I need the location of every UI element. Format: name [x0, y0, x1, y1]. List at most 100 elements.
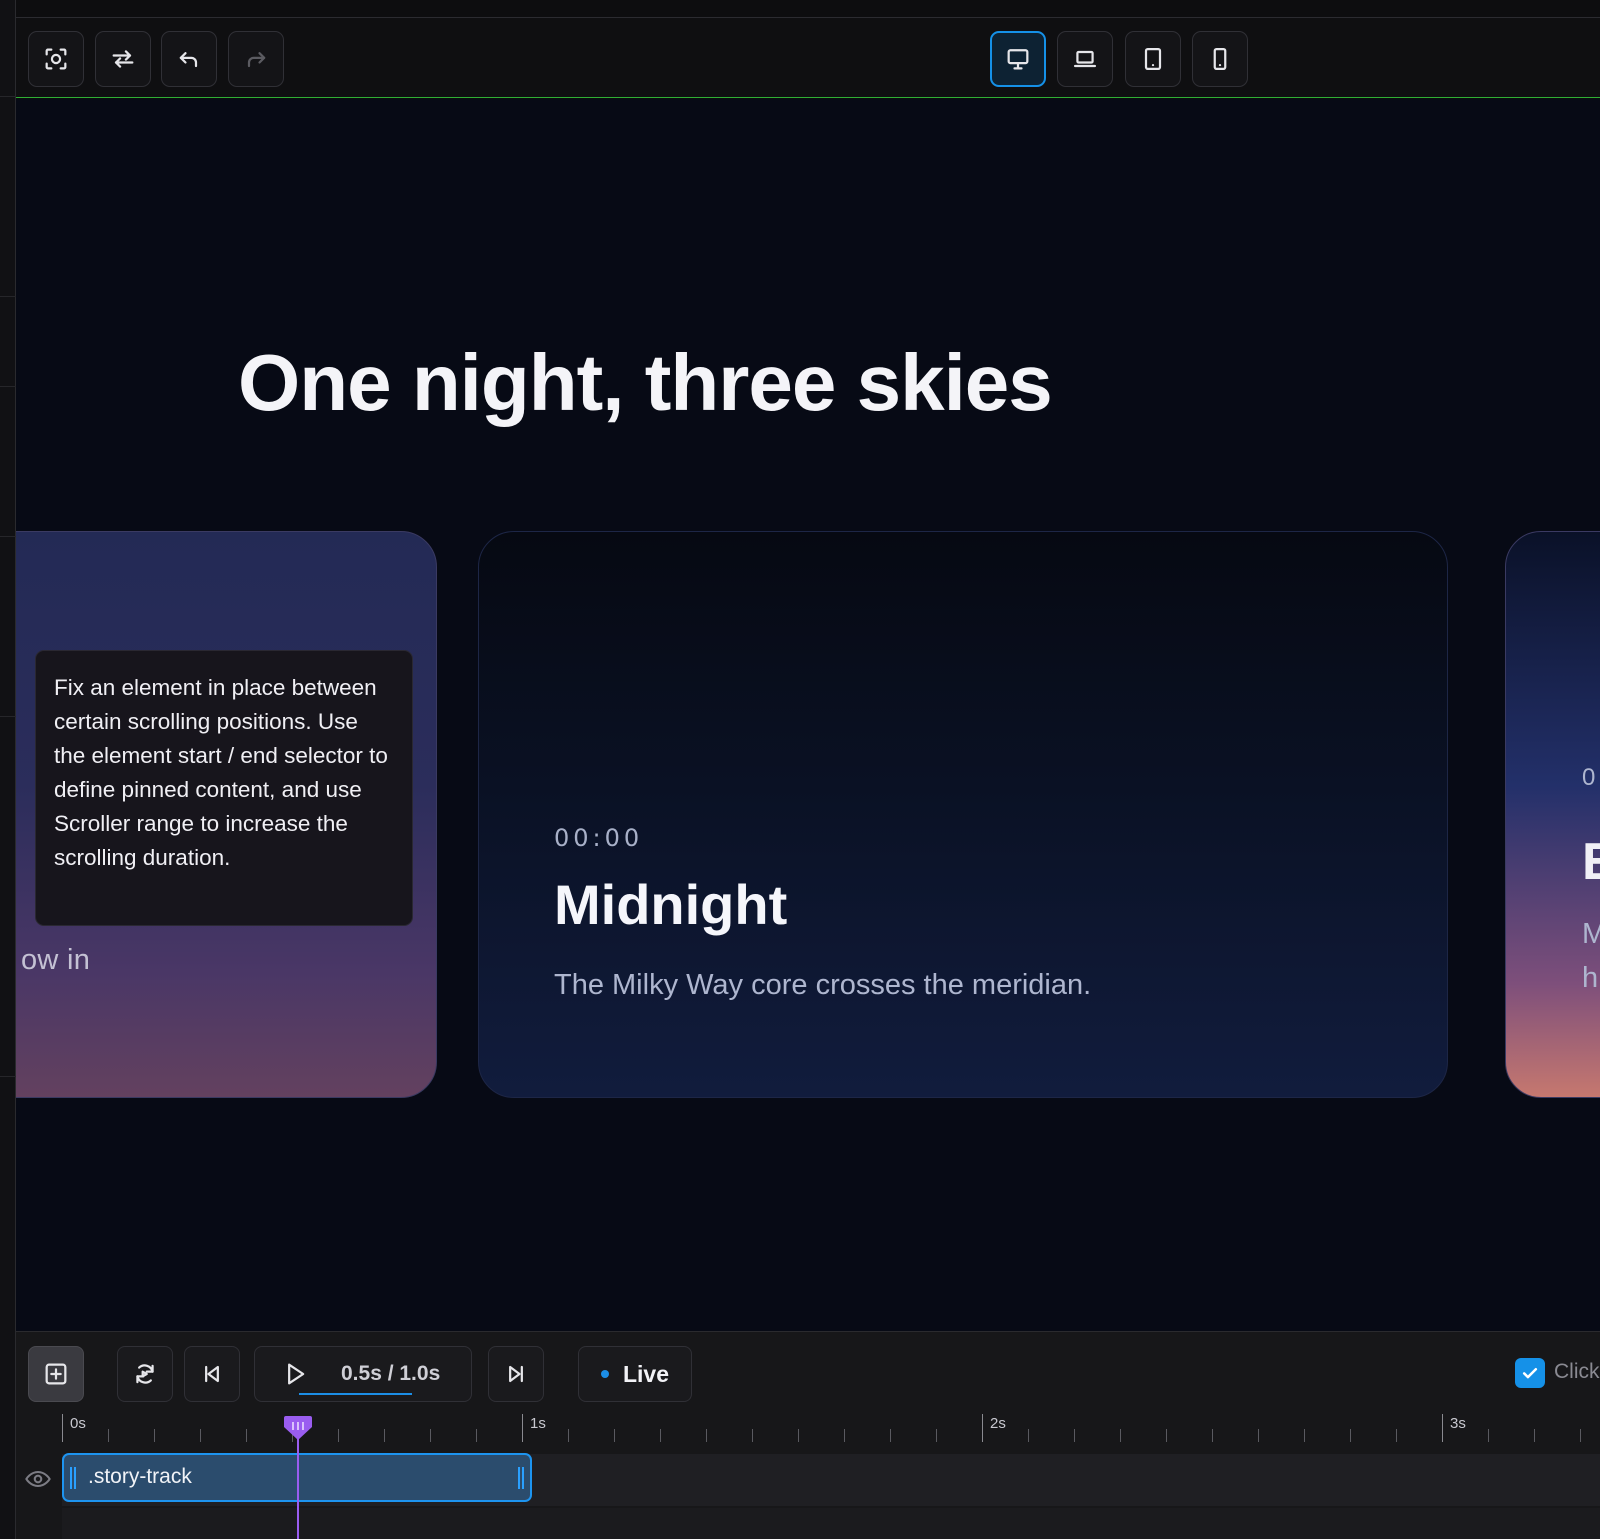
ruler-label: 3s [1450, 1415, 1466, 1432]
tablet-view-button[interactable] [1125, 31, 1181, 87]
timeline-panel: 0.5s / 1.0s Live Click 0s 1s 2s 3s .story-t… [16, 1331, 1600, 1539]
ruler-label: 0s [70, 1415, 86, 1432]
add-track-button[interactable] [28, 1346, 84, 1402]
ruler-tick [476, 1429, 477, 1442]
ruler-tick [890, 1429, 891, 1442]
card-description-fragment: M [1582, 918, 1600, 951]
checkbox-label: Click [1554, 1360, 1600, 1383]
left-gutter [0, 0, 16, 1539]
laptop-view-button[interactable] [1057, 31, 1113, 87]
ruler-tick [154, 1429, 155, 1442]
eye-icon [25, 1470, 51, 1488]
gutter-divider [0, 386, 16, 387]
tooltip-text: Fix an element in place between certain … [54, 675, 388, 870]
gutter-divider [0, 96, 16, 97]
visibility-toggle[interactable] [24, 1465, 52, 1493]
ruler-tick [568, 1429, 569, 1442]
ruler-tick [660, 1429, 661, 1442]
ruler-label: 1s [530, 1415, 546, 1432]
undo-icon [179, 52, 198, 68]
pin-tooltip: Fix an element in place between certain … [35, 650, 413, 926]
play-control[interactable]: 0.5s / 1.0s [254, 1346, 472, 1402]
skip-to-start-button[interactable] [184, 1346, 240, 1402]
ruler-major-tick [62, 1414, 63, 1442]
ruler-tick [936, 1429, 937, 1442]
ruler-tick [108, 1429, 109, 1442]
page-headline: One night, three skies [238, 338, 1053, 427]
ruler-major-tick [522, 1414, 523, 1442]
swap-arrows-icon [112, 50, 134, 68]
ruler-tick [706, 1429, 707, 1442]
skip-to-end-button[interactable] [488, 1346, 544, 1402]
loop-icon [136, 1364, 154, 1384]
story-card-midnight[interactable]: 00:00 Midnight The Milky Way core crosse… [478, 531, 1448, 1098]
editor-toolbar [16, 18, 1600, 98]
ruler-tick [1166, 1429, 1167, 1442]
ruler-tick [1028, 1429, 1029, 1442]
playhead-handle[interactable] [283, 1414, 313, 1442]
ruler-major-tick [982, 1414, 983, 1442]
card-time: 00:00 [554, 824, 644, 852]
focus-frame-icon [45, 48, 67, 70]
ruler-tick [1074, 1429, 1075, 1442]
ruler-tick [752, 1429, 753, 1442]
live-dot-icon [600, 1370, 609, 1378]
phone-icon [1213, 47, 1227, 71]
ruler-tick [614, 1429, 615, 1442]
top-edge-bar [16, 0, 1600, 18]
checkmark-icon [1522, 1368, 1538, 1379]
ruler-tick [1396, 1429, 1397, 1442]
add-square-icon [45, 1363, 67, 1385]
ruler-tick [1488, 1429, 1489, 1442]
gutter-divider [0, 536, 16, 537]
tablet-icon [1144, 47, 1162, 71]
ruler-major-tick [1442, 1414, 1443, 1442]
clip-start-handle[interactable] [70, 1467, 76, 1489]
ruler-tick [1258, 1429, 1259, 1442]
ruler-tick [384, 1429, 385, 1442]
card-description: The Milky Way core crosses the meridian. [554, 969, 1092, 1001]
track-row-empty [62, 1508, 1600, 1539]
ruler-tick [798, 1429, 799, 1442]
live-label: Live [622, 1360, 670, 1387]
gutter-divider [0, 296, 16, 297]
ruler-tick [200, 1429, 201, 1442]
time-ruler[interactable]: 0s 1s 2s 3s [16, 1412, 1600, 1454]
clip-label: .story-track [88, 1465, 192, 1488]
undo-button[interactable] [161, 31, 217, 87]
ruler-tick [1212, 1429, 1213, 1442]
phone-view-button[interactable] [1192, 31, 1248, 87]
ruler-tick [1580, 1429, 1581, 1442]
loop-button[interactable] [117, 1346, 173, 1402]
desktop-view-button[interactable] [990, 31, 1046, 87]
focus-frame-button[interactable] [28, 31, 84, 87]
playback-progress-bar [299, 1393, 412, 1395]
swap-button[interactable] [95, 31, 151, 87]
skip-end-icon [509, 1365, 523, 1383]
redo-icon [247, 52, 266, 68]
card-title-fragment: E [1582, 832, 1600, 892]
redo-button[interactable] [228, 31, 284, 87]
story-card-right[interactable]: 0 E M h [1505, 531, 1600, 1098]
ruler-tick [430, 1429, 431, 1442]
ruler-tick [844, 1429, 845, 1442]
ruler-tick [1304, 1429, 1305, 1442]
click-checkbox[interactable] [1515, 1358, 1545, 1388]
ruler-tick [1120, 1429, 1121, 1442]
desktop-icon [1007, 49, 1029, 70]
gutter-divider [0, 716, 16, 717]
ruler-tick [1534, 1429, 1535, 1442]
card-text-fragment: ow in [21, 944, 91, 976]
skip-start-icon [205, 1365, 219, 1383]
card-time-fragment: 0 [1582, 764, 1596, 791]
ruler-tick [338, 1429, 339, 1442]
play-icon [288, 1363, 305, 1385]
ruler-tick [246, 1429, 247, 1442]
laptop-icon [1073, 50, 1097, 68]
ruler-tick [1350, 1429, 1351, 1442]
card-title: Midnight [554, 873, 788, 936]
live-toggle[interactable]: Live [578, 1346, 692, 1402]
gutter-divider [0, 1076, 16, 1077]
card-description-fragment: h [1582, 962, 1599, 994]
clip-end-handle[interactable] [518, 1467, 524, 1489]
